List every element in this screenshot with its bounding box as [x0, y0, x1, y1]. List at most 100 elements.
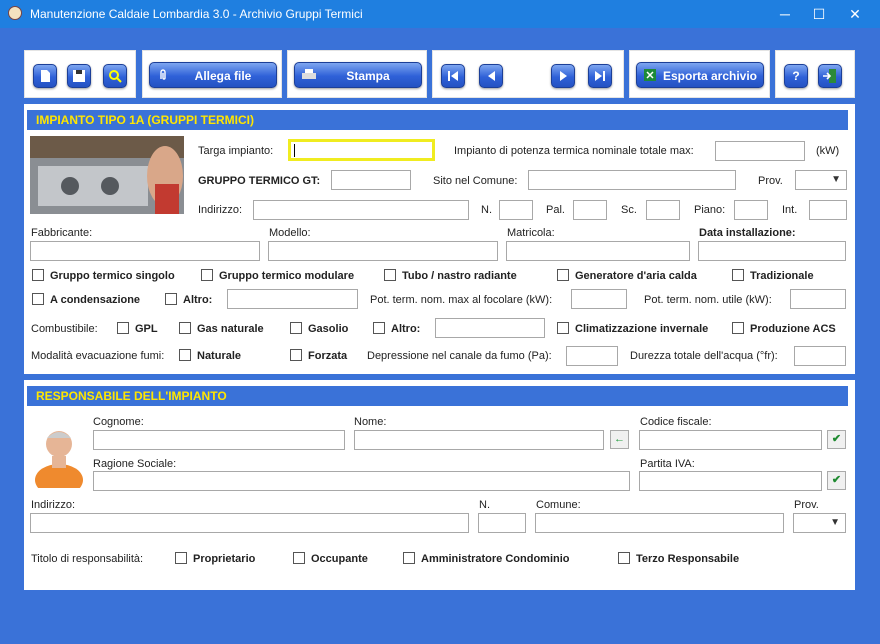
naturale-checkbox[interactable] — [179, 349, 191, 361]
next-icon — [560, 71, 567, 81]
title-bar: Manutenzione Caldaie Lombardia 3.0 - Arc… — [0, 0, 880, 28]
last-record-button[interactable] — [588, 64, 612, 88]
indirizzo-resp-input[interactable] — [30, 513, 469, 533]
durezza-input[interactable] — [794, 346, 846, 366]
attach-file-label: Allega file — [194, 69, 252, 83]
pot-focolare-input[interactable] — [571, 289, 627, 309]
altro-tipo-input[interactable] — [227, 289, 358, 309]
piano-input[interactable] — [734, 200, 768, 220]
condensazione-label: A condensazione — [50, 294, 141, 306]
ragione-sociale-input[interactable] — [93, 471, 630, 491]
next-record-button[interactable] — [551, 64, 575, 88]
altro-tipo-checkbox[interactable] — [165, 293, 177, 305]
int-input[interactable] — [809, 200, 847, 220]
toolbar-attach-group: Allega file — [142, 50, 282, 98]
pot-utile-input[interactable] — [790, 289, 846, 309]
maximize-button[interactable]: ☐ — [802, 0, 836, 28]
pot-utile-label: Pot. term. nom. utile (kW): — [644, 294, 772, 306]
clima-invernale-checkbox[interactable] — [557, 322, 569, 334]
ragione-sociale-label: Ragione Sociale: — [93, 458, 177, 470]
clima-invernale-label: Climatizzazione invernale — [575, 323, 709, 335]
close-button[interactable]: ✕ — [838, 0, 872, 28]
first-icon — [448, 71, 458, 81]
titolo-label: Titolo di responsabilità: — [31, 553, 144, 565]
arrow-left-icon[interactable]: ← — [610, 430, 629, 449]
data-installazione-input[interactable] — [698, 241, 846, 261]
help-button[interactable]: ? — [784, 64, 808, 88]
fabbricante-input[interactable] — [30, 241, 260, 261]
gruppo-singolo-checkbox[interactable] — [32, 269, 44, 281]
exit-button[interactable] — [818, 64, 842, 88]
altro-comb-checkbox[interactable] — [373, 322, 385, 334]
gas-naturale-checkbox[interactable] — [179, 322, 191, 334]
gas-naturale-label: Gas naturale — [197, 323, 264, 335]
gruppo-singolo-label: Gruppo termico singolo — [50, 270, 175, 282]
kw-unit: (kW) — [816, 145, 840, 157]
durezza-label: Durezza totale dell'acqua (°fr): — [630, 350, 778, 362]
new-record-button[interactable] — [33, 64, 57, 88]
n-resp-input[interactable] — [478, 513, 526, 533]
terzo-responsabile-checkbox[interactable] — [618, 552, 630, 564]
prov-select[interactable]: ▼ — [795, 170, 847, 190]
prov-resp-select[interactable]: ▼ — [793, 513, 846, 533]
previous-record-button[interactable] — [479, 64, 503, 88]
codice-fiscale-input[interactable] — [639, 430, 822, 450]
tradizionale-label: Tradizionale — [750, 270, 814, 282]
first-record-button[interactable] — [441, 64, 465, 88]
comune-input[interactable] — [535, 513, 784, 533]
text-cursor — [294, 144, 295, 157]
save-button[interactable] — [67, 64, 91, 88]
nome-input[interactable] — [354, 430, 604, 450]
gpl-checkbox[interactable] — [117, 322, 129, 334]
gruppo-modulare-label: Gruppo termico modulare — [219, 270, 355, 282]
condensazione-checkbox[interactable] — [32, 293, 44, 305]
printer-icon — [301, 68, 316, 82]
naturale-label: Naturale — [197, 350, 242, 362]
n-input[interactable] — [499, 200, 533, 220]
acs-checkbox[interactable] — [732, 322, 744, 334]
modello-input[interactable] — [268, 241, 498, 261]
nome-label: Nome: — [354, 416, 387, 428]
tradizionale-checkbox[interactable] — [732, 269, 744, 281]
main-area: Allega file Stampa Esporta archivio ? IM… — [0, 28, 880, 644]
checkmark-icon[interactable]: ✔ — [827, 471, 846, 490]
toolbar-help-group: ? — [775, 50, 855, 98]
attach-file-button[interactable]: Allega file — [149, 62, 277, 88]
gasolio-checkbox[interactable] — [290, 322, 302, 334]
generatore-aria-label: Generatore d'aria calda — [575, 270, 697, 282]
person-avatar — [32, 420, 87, 488]
piano-label: Piano: — [694, 204, 726, 216]
app-icon — [8, 6, 22, 20]
cognome-label: Cognome: — [93, 416, 144, 428]
print-label: Stampa — [346, 69, 390, 83]
codice-fiscale-label: Codice fiscale: — [640, 416, 712, 428]
gruppo-input[interactable] — [331, 170, 411, 190]
pal-input[interactable] — [573, 200, 607, 220]
cognome-input[interactable] — [93, 430, 345, 450]
checkmark-icon[interactable]: ✔ — [827, 430, 846, 449]
depressione-input[interactable] — [566, 346, 618, 366]
minimize-button[interactable]: ─ — [768, 0, 802, 28]
evacuazione-label: Modalità evacuazione fumi: — [31, 350, 165, 362]
depressione-label: Depressione nel canale da fumo (Pa): — [367, 350, 552, 362]
sito-input[interactable] — [528, 170, 736, 190]
int-label: Int. — [782, 204, 798, 216]
proprietario-checkbox[interactable] — [175, 552, 187, 564]
new-document-icon — [41, 70, 50, 82]
print-button[interactable]: Stampa — [294, 62, 422, 88]
generatore-aria-checkbox[interactable] — [557, 269, 569, 281]
indirizzo-input[interactable] — [253, 200, 469, 220]
occupante-checkbox[interactable] — [293, 552, 305, 564]
export-archive-button[interactable]: Esporta archivio — [636, 62, 764, 88]
matricola-input[interactable] — [506, 241, 690, 261]
tubo-radiante-checkbox[interactable] — [384, 269, 396, 281]
altro-comb-input[interactable] — [435, 318, 545, 338]
amministratore-checkbox[interactable] — [403, 552, 415, 564]
partita-iva-input[interactable] — [639, 471, 822, 491]
sc-input[interactable] — [646, 200, 680, 220]
potenza-input[interactable] — [715, 141, 805, 161]
forzata-checkbox[interactable] — [290, 349, 302, 361]
gruppo-modulare-checkbox[interactable] — [201, 269, 213, 281]
targa-input[interactable] — [288, 139, 435, 161]
search-button[interactable] — [103, 64, 127, 88]
